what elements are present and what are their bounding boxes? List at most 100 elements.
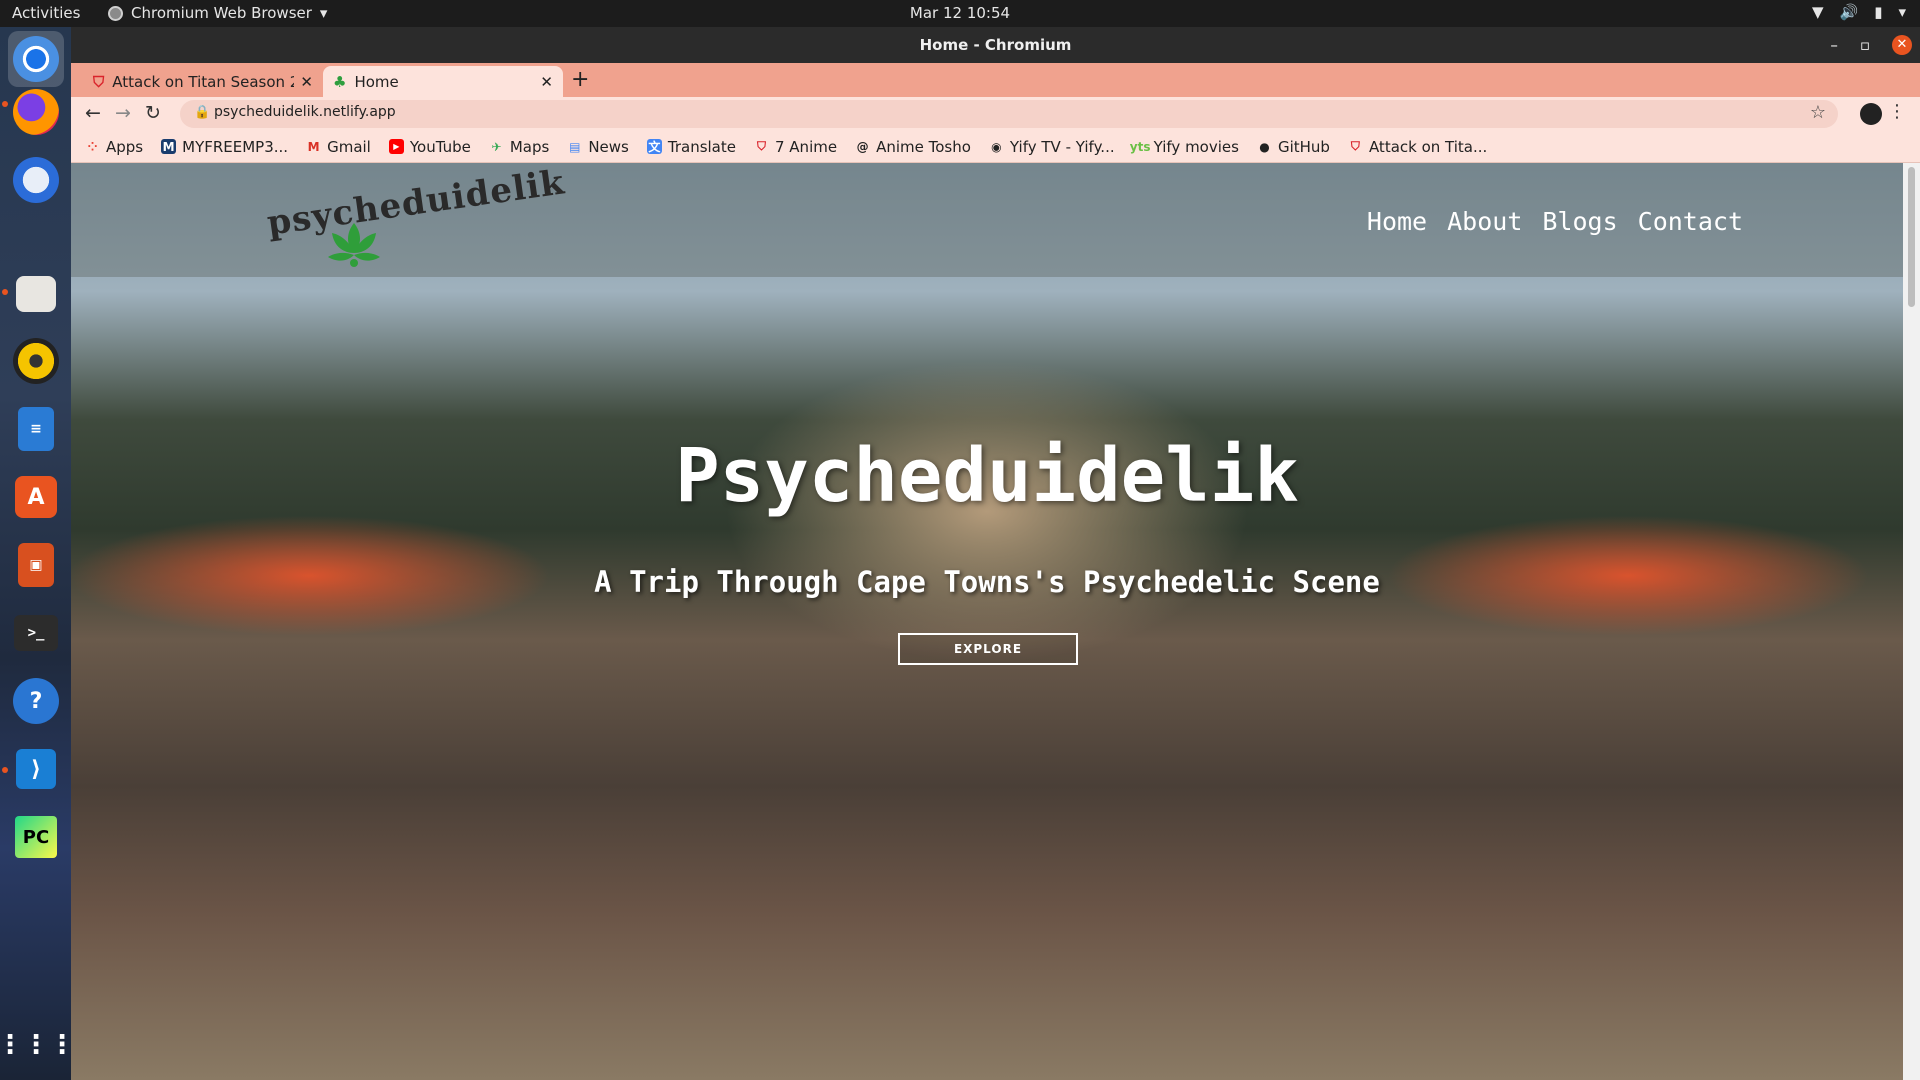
clock[interactable]: Mar 12 10:54: [910, 4, 1010, 22]
bookmark-apps[interactable]: ⁘ Apps: [85, 138, 143, 156]
bookmark-label: Apps: [106, 137, 144, 156]
tab-title: Attack on Titan Season 2 (: [112, 72, 295, 91]
tab-strip: ⛉ Attack on Titan Season 2 ( ✕ ♣ Home ✕ …: [71, 63, 1920, 97]
lock-icon[interactable]: 🔒: [194, 105, 210, 120]
window-titlebar: Home - Chromium – ▫ ✕: [71, 27, 1920, 63]
address-bar[interactable]: 🔒 psycheduidelik.netlify.app ☆: [180, 100, 1838, 128]
bookmark-label: News: [588, 137, 629, 156]
dock-files[interactable]: [8, 266, 64, 322]
tab-attack-on-titan[interactable]: ⛉ Attack on Titan Season 2 ( ✕: [83, 66, 323, 97]
dock-terminal[interactable]: >_: [8, 605, 64, 661]
libreoffice-writer-icon: ≡: [18, 407, 54, 451]
bookmark-myfreemp3[interactable]: M MYFREEMP3...: [161, 138, 288, 156]
site-logo[interactable]: psycheduidelik: [265, 163, 567, 269]
anime-tosho-icon: @: [856, 139, 869, 154]
close-tab-icon[interactable]: ✕: [300, 73, 313, 91]
system-top-bar: Activities Chromium Web Browser ▾ Mar 12…: [0, 0, 1920, 27]
yify-tv-icon: ◉: [991, 139, 1002, 154]
forward-icon[interactable]: →: [115, 102, 131, 124]
attack-on-titan-icon: ⛉: [1350, 139, 1360, 153]
vscode-icon: ⟩: [16, 749, 56, 789]
dock-thunderbird[interactable]: [8, 152, 64, 208]
maximize-button[interactable]: ▫: [1860, 27, 1870, 63]
dock-vscode[interactable]: ⟩: [8, 741, 64, 797]
activities-button[interactable]: Activities: [12, 4, 80, 22]
explore-button[interactable]: EXPLORE: [898, 633, 1078, 665]
new-tab-button[interactable]: +: [571, 67, 589, 92]
bookmark-label: Attack on Tita...: [1368, 137, 1488, 156]
bookmark-youtube[interactable]: ▶ YouTube: [388, 137, 471, 156]
bookmark-github[interactable]: ● GitHub: [1257, 138, 1330, 156]
bookmark-news[interactable]: ▤ News: [567, 138, 629, 156]
nav-contact[interactable]: Contact: [1638, 207, 1743, 236]
github-icon: ●: [1259, 139, 1270, 154]
system-tray[interactable]: ▼ 🔊 ▮ ▾: [1812, 3, 1906, 21]
scrollbar-thumb[interactable]: [1908, 167, 1915, 307]
hero-section: psycheduidelik Home About Blogs Contact: [71, 163, 1903, 1080]
myfreemp3-icon: M: [161, 139, 177, 154]
bookmark-label: YouTube: [409, 137, 471, 156]
menu-dots-icon[interactable]: ⋮: [1888, 101, 1906, 122]
site-nav: Home About Blogs Contact: [1367, 207, 1743, 236]
bookmark-yify-tv[interactable]: ◉ Yify TV - Yify...: [989, 138, 1114, 156]
thunderbird-icon: [13, 157, 59, 203]
dock-firefox[interactable]: [8, 84, 64, 140]
tab-home[interactable]: ♣ Home ✕: [323, 66, 563, 97]
close-window-button[interactable]: ✕: [1892, 35, 1912, 55]
dock-chromium[interactable]: [8, 31, 64, 87]
dock-pycharm[interactable]: PC: [8, 809, 64, 865]
lotus-leaf-icon: [328, 223, 380, 267]
close-tab-icon[interactable]: ✕: [540, 73, 553, 91]
bookmark-maps[interactable]: ✈ Maps: [489, 138, 549, 156]
nav-blogs[interactable]: Blogs: [1542, 207, 1617, 236]
bookmark-7anime[interactable]: ⛉ 7 Anime: [754, 138, 837, 156]
bookmark-yify-movies[interactable]: yts Yify movies: [1129, 138, 1239, 156]
bookmark-attack-on-titan[interactable]: ⛉ Attack on Tita...: [1348, 138, 1487, 156]
yify-movies-icon: yts: [1129, 139, 1151, 154]
bookmark-star-icon[interactable]: ☆: [1810, 102, 1826, 123]
browser-toolbar: ← → ↻ 🔒 psycheduidelik.netlify.app ☆ ⋮: [71, 97, 1920, 131]
bookmarks-bar: ⁘ Apps M MYFREEMP3... M Gmail ▶ YouTube ✈ Map…: [71, 131, 1920, 163]
terminal-icon: >_: [14, 615, 58, 651]
rhythmbox-icon: [13, 338, 59, 384]
leaf-favicon: ♣: [333, 72, 347, 91]
bookmark-label: MYFREEMP3...: [182, 137, 289, 156]
bookmark-gmail[interactable]: M Gmail: [306, 138, 371, 156]
bookmark-translate[interactable]: 文 Translate: [646, 138, 736, 156]
show-applications-button[interactable]: ⋮⋮⋮: [0, 1017, 75, 1073]
minimize-button[interactable]: –: [1830, 27, 1838, 63]
app-menu[interactable]: Chromium Web Browser ▾: [108, 4, 327, 22]
chevron-down-icon: ▾: [1898, 3, 1906, 21]
news-icon: ▤: [569, 139, 581, 154]
nav-about[interactable]: About: [1447, 207, 1522, 236]
dock-impress[interactable]: ▣: [8, 537, 64, 593]
youtube-icon: ▶: [388, 139, 404, 154]
reload-icon[interactable]: ↻: [145, 102, 161, 124]
wifi-icon: ▼: [1811, 3, 1824, 21]
window-title: Home - Chromium: [919, 36, 1072, 54]
hero-title: Psycheduidelik: [675, 433, 1299, 519]
help-icon: ?: [13, 678, 59, 724]
maps-icon: ✈: [491, 139, 502, 154]
dock-help[interactable]: ?: [8, 673, 64, 729]
dock-software[interactable]: A: [8, 469, 64, 525]
bookmark-label: GitHub: [1277, 137, 1330, 156]
dock-rhythmbox[interactable]: [8, 333, 64, 389]
url-text[interactable]: psycheduidelik.netlify.app: [214, 104, 396, 120]
page-viewport: psycheduidelik Home About Blogs Contact: [71, 163, 1920, 1080]
back-icon[interactable]: ←: [85, 102, 101, 124]
tab-title: Home: [354, 72, 399, 91]
app-menu-label: Chromium Web Browser: [131, 4, 312, 22]
chevron-down-icon: ▾: [319, 4, 328, 22]
dock: ≡ A ▣ >_ ? ⟩ PC ⋮⋮⋮: [0, 27, 75, 1080]
browser-window: Home - Chromium – ▫ ✕ ⛉ Attack on Titan …: [71, 27, 1920, 1080]
software-center-icon: A: [15, 476, 57, 518]
bookmark-anime-tosho[interactable]: @ Anime Tosho: [855, 138, 971, 156]
profile-avatar-icon[interactable]: [1860, 103, 1882, 125]
nav-home[interactable]: Home: [1367, 207, 1427, 236]
bookmark-label: 7 Anime: [774, 137, 838, 156]
logo-text: psycheduidelik: [264, 163, 568, 244]
anime-icon: ⛉: [756, 139, 766, 153]
dock-writer[interactable]: ≡: [8, 401, 64, 457]
page-scrollbar[interactable]: [1903, 163, 1920, 1080]
